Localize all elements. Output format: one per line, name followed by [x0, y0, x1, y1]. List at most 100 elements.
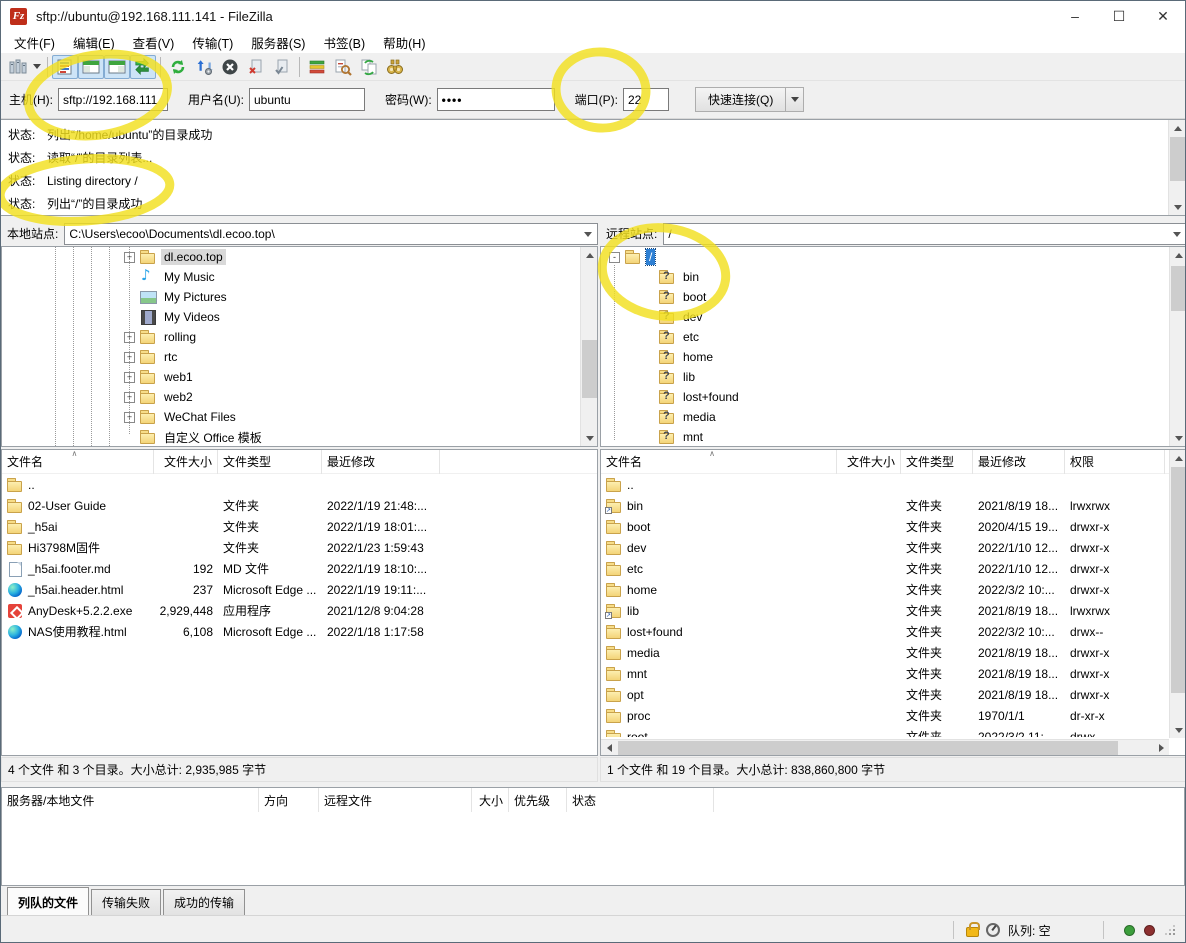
scroll-up-icon[interactable]	[581, 247, 598, 263]
scroll-left-icon[interactable]	[601, 740, 617, 756]
remote-list-hscrollbar[interactable]	[601, 739, 1169, 755]
menu-item[interactable]: 文件(F)	[5, 31, 64, 54]
menu-item[interactable]: 服务器(S)	[242, 31, 314, 54]
column-header-filename[interactable]: ∧文件名	[2, 450, 154, 474]
toggle-local-tree-icon[interactable]	[78, 55, 104, 79]
scroll-right-icon[interactable]	[1153, 740, 1169, 756]
host-input[interactable]	[58, 88, 168, 111]
file-row[interactable]: ↗boot 文件夹 2020/4/15 19... drwxr-x	[601, 516, 1186, 537]
synchronized-browsing-icon[interactable]	[356, 55, 382, 79]
find-files-icon[interactable]	[382, 55, 408, 79]
file-row[interactable]: _h5ai.footer.md 192 MD 文件 2022/1/19 18:1…	[2, 558, 597, 579]
file-row[interactable]: NAS使用教程.html 6,108 Microsoft Edge ... 20…	[2, 621, 597, 642]
scroll-down-icon[interactable]	[1169, 199, 1185, 215]
file-row[interactable]: ↗home 文件夹 2022/3/2 10:... drwxr-x	[601, 579, 1186, 600]
site-manager-icon[interactable]	[5, 55, 31, 79]
column-header-size[interactable]: 大小	[472, 788, 509, 812]
username-input[interactable]	[249, 88, 365, 111]
process-queue-icon[interactable]	[191, 55, 217, 79]
column-header-status[interactable]: 状态	[567, 788, 714, 812]
column-header-filetype[interactable]: 文件类型	[901, 450, 973, 474]
file-row[interactable]: 02-User Guide 文件夹 2022/1/19 21:48:...	[2, 495, 597, 516]
chevron-down-icon[interactable]	[584, 232, 592, 237]
column-header-filename[interactable]: ∧文件名	[601, 450, 837, 474]
column-header-permissions[interactable]: 权限	[1065, 450, 1165, 474]
column-header-modified[interactable]: 最近修改	[973, 450, 1065, 474]
scroll-thumb[interactable]	[618, 741, 1118, 755]
column-header-remote-file[interactable]: 远程文件	[319, 788, 472, 812]
file-row[interactable]: ↗dev 文件夹 2022/1/10 12... drwxr-x	[601, 537, 1186, 558]
file-row[interactable]: _h5ai 文件夹 2022/1/19 18:01:...	[2, 516, 597, 537]
scroll-thumb[interactable]	[1171, 467, 1186, 693]
expand-toggle-icon[interactable]: -	[609, 252, 620, 263]
reconnect-icon[interactable]	[269, 55, 295, 79]
file-row[interactable]: ↗..	[601, 474, 1186, 495]
quickconnect-dropdown-icon[interactable]	[786, 87, 804, 112]
log-scrollbar[interactable]	[1168, 120, 1185, 215]
menu-item[interactable]: 帮助(H)	[374, 31, 434, 54]
filename-filters-icon[interactable]	[330, 55, 356, 79]
remote-tree-item[interactable]: ? media	[601, 407, 1186, 427]
scroll-up-icon[interactable]	[1170, 247, 1186, 263]
scroll-down-icon[interactable]	[1170, 722, 1186, 738]
maximize-button[interactable]: ☐	[1097, 1, 1141, 31]
scroll-thumb[interactable]	[1170, 137, 1185, 181]
scroll-thumb[interactable]	[582, 340, 597, 398]
port-input[interactable]	[623, 88, 669, 111]
close-button[interactable]: ✕	[1141, 1, 1185, 31]
remote-tree-item[interactable]: ? boot	[601, 287, 1186, 307]
column-header-filesize[interactable]: 文件大小	[154, 450, 218, 474]
file-row[interactable]: ↗media 文件夹 2021/8/19 18... drwxr-x	[601, 642, 1186, 663]
disconnect-icon[interactable]	[243, 55, 269, 79]
file-row[interactable]: ↗lib 文件夹 2021/8/19 18... lrwxrwx	[601, 600, 1186, 621]
scroll-up-icon[interactable]	[1169, 120, 1185, 136]
file-row[interactable]: ↗mnt 文件夹 2021/8/19 18... drwxr-x	[601, 663, 1186, 684]
menu-item[interactable]: 查看(V)	[124, 31, 184, 54]
menu-item[interactable]: 编辑(E)	[64, 31, 124, 54]
toggle-message-log-icon[interactable]	[52, 55, 78, 79]
column-header-filetype[interactable]: 文件类型	[218, 450, 322, 474]
site-manager-dropdown-icon[interactable]	[31, 55, 43, 79]
queue-tab[interactable]: 列队的文件	[7, 887, 89, 918]
remote-tree-scrollbar[interactable]	[1169, 247, 1186, 446]
file-row[interactable]: Hi3798M固件 文件夹 2022/1/23 1:59:43	[2, 537, 597, 558]
file-row[interactable]: ↗etc 文件夹 2022/1/10 12... drwxr-x	[601, 558, 1186, 579]
file-row[interactable]: ↗lost+found 文件夹 2022/3/2 10:... drwx--	[601, 621, 1186, 642]
column-header-filesize[interactable]: 文件大小	[837, 450, 901, 474]
cancel-icon[interactable]	[217, 55, 243, 79]
resize-grip[interactable]	[1163, 923, 1177, 937]
column-header-priority[interactable]: 优先级	[509, 788, 567, 812]
toggle-remote-tree-icon[interactable]	[104, 55, 130, 79]
file-row[interactable]: AnyDesk+5.2.2.exe 2,929,448 应用程序 2021/12…	[2, 600, 597, 621]
scroll-thumb[interactable]	[1171, 266, 1186, 311]
file-row[interactable]: ↗proc 文件夹 1970/1/1 dr-xr-x	[601, 705, 1186, 726]
scroll-down-icon[interactable]	[581, 430, 598, 446]
directory-comparison-icon[interactable]	[304, 55, 330, 79]
local-site-combobox[interactable]: C:\Users\ecoo\Documents\dl.ecoo.top\	[64, 223, 598, 245]
speed-limit-icon[interactable]	[986, 923, 1000, 937]
password-input[interactable]	[437, 88, 555, 111]
column-header-direction[interactable]: 方向	[259, 788, 319, 812]
menu-item[interactable]: 书签(B)	[314, 31, 374, 54]
remote-tree-item[interactable]: ? etc	[601, 327, 1186, 347]
quickconnect-button[interactable]: 快速连接(Q)	[695, 87, 786, 112]
scroll-down-icon[interactable]	[1170, 430, 1186, 446]
chevron-down-icon[interactable]	[1173, 232, 1181, 237]
lock-icon[interactable]	[966, 927, 979, 937]
remote-list-vscrollbar[interactable]	[1169, 450, 1186, 738]
toggle-transfer-queue-icon[interactable]	[130, 55, 156, 79]
remote-tree-item[interactable]: ? dev	[601, 307, 1186, 327]
file-row[interactable]: ..	[2, 474, 597, 495]
remote-site-combobox[interactable]: /	[663, 223, 1186, 245]
scroll-up-icon[interactable]	[1170, 450, 1186, 466]
remote-tree-item[interactable]: ? home	[601, 347, 1186, 367]
local-tree-scrollbar[interactable]	[580, 247, 597, 446]
remote-tree-item[interactable]: - ? /	[601, 247, 1186, 267]
queue-tab[interactable]: 传输失败	[91, 889, 161, 916]
file-row[interactable]: ↗opt 文件夹 2021/8/19 18... drwxr-x	[601, 684, 1186, 705]
remote-tree-item[interactable]: ? bin	[601, 267, 1186, 287]
menu-item[interactable]: 传输(T)	[183, 31, 242, 54]
file-row[interactable]: _h5ai.header.html 237 Microsoft Edge ...…	[2, 579, 597, 600]
minimize-button[interactable]: –	[1053, 1, 1097, 31]
file-row[interactable]: ↗root 文件夹 2022/3/2 11: drwx--	[601, 726, 1186, 737]
